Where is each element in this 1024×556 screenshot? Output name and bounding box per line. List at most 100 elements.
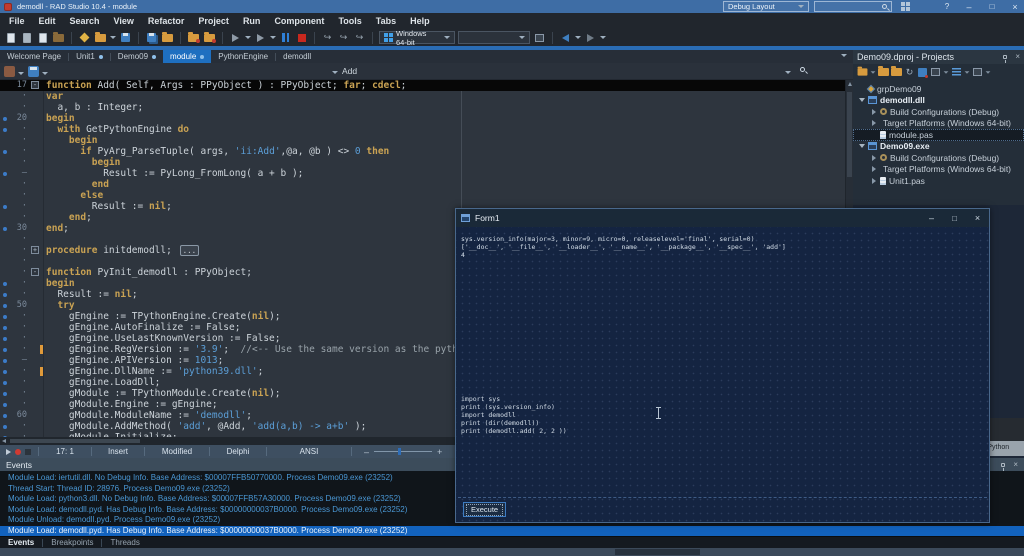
navigate-forward-button[interactable] — [584, 31, 597, 44]
tree-item-build-configurations-debug-[interactable]: Build Configurations (Debug) — [853, 106, 1024, 118]
chevron-down-icon[interactable] — [870, 70, 876, 74]
executable-line-marker[interactable] — [3, 347, 7, 352]
maximize-button[interactable]: □ — [943, 209, 966, 227]
code-line[interactable]: · with GetPythonEngine do — [0, 124, 853, 135]
help-button[interactable]: ? — [938, 0, 956, 13]
pause-button[interactable] — [279, 31, 292, 44]
executable-line-marker[interactable] — [3, 402, 7, 407]
scrollbar-thumb[interactable] — [10, 439, 140, 443]
tree-item-grpdemo09[interactable]: grpDemo09 — [853, 83, 1024, 95]
zoom-in-icon[interactable]: + — [437, 447, 442, 457]
tree-item-module-pas[interactable]: module.pas — [853, 129, 1024, 141]
chevron-down-icon[interactable] — [18, 72, 24, 75]
save-project-button[interactable] — [161, 31, 174, 44]
open-recent-button[interactable] — [52, 31, 65, 44]
tab-welcome-page[interactable]: Welcome Page — [0, 50, 68, 63]
menu-component[interactable]: Component — [267, 16, 331, 26]
code-line[interactable]: · a, b : Integer; — [0, 102, 853, 113]
save-file-button[interactable] — [36, 31, 49, 44]
run-without-debugging-button[interactable] — [254, 31, 267, 44]
platforms-button[interactable] — [951, 67, 962, 78]
code-line[interactable]: 17- function Add( Self, Args : PPyObject … — [0, 80, 853, 91]
tree-item-demodll-dll[interactable]: demodll.dll — [853, 95, 1024, 107]
chevron-down-icon[interactable] — [985, 70, 991, 74]
step-over-button[interactable]: ↪ — [321, 31, 334, 44]
tab-list-dropdown[interactable] — [841, 54, 847, 57]
trace-into-button[interactable]: ↪ — [337, 31, 350, 44]
executable-line-marker[interactable] — [3, 391, 7, 396]
code-line[interactable]: · end — [0, 179, 853, 190]
code-line[interactable]: – Result := PyLong_FromLong( a + b ); — [0, 168, 853, 179]
tree-item-unit1-pas[interactable]: Unit1.pas — [853, 175, 1024, 187]
tree-item-demo09-exe[interactable]: Demo09.exe — [853, 141, 1024, 153]
executable-line-marker[interactable] — [3, 336, 7, 341]
build-button[interactable] — [917, 67, 928, 78]
tree-item-target-platforms-windows-64-bit-[interactable]: Target Platforms (Windows 64-bit) — [853, 164, 1024, 176]
executable-line-marker[interactable] — [3, 358, 7, 363]
open-project-button[interactable] — [878, 66, 889, 78]
code-line[interactable]: · if PyArg_ParseTuple( args, 'ii:Add',@a… — [0, 146, 853, 157]
executable-line-marker[interactable] — [3, 314, 7, 319]
stop-button[interactable] — [295, 31, 308, 44]
executable-line-marker[interactable] — [3, 380, 7, 385]
code-fold-toggle[interactable]: - — [31, 81, 39, 89]
event-log-row[interactable]: Module Load: demodll.pyd. Has Debug Info… — [0, 525, 1024, 536]
form1-title-bar[interactable]: Form1 – □ × — [456, 209, 989, 227]
tab-events[interactable]: Events — [0, 538, 42, 547]
close-icon[interactable]: × — [1015, 53, 1020, 61]
chevron-down-icon[interactable] — [575, 36, 581, 39]
python-output-memo[interactable]: sys.version_info(major=3, minor=9, micro… — [461, 235, 786, 259]
chevron-down-icon[interactable] — [785, 71, 791, 74]
remove-from-project-button[interactable] — [203, 31, 216, 44]
executable-line-marker[interactable] — [3, 325, 7, 330]
menu-search[interactable]: Search — [63, 16, 107, 26]
layout-options-button[interactable] — [896, 0, 914, 13]
code-line[interactable]: · var — [0, 91, 853, 102]
code-line[interactable]: 20 begin — [0, 113, 853, 124]
tab-unit1[interactable]: Unit1 — [69, 50, 110, 63]
chevron-right-icon[interactable] — [871, 120, 876, 127]
run-button[interactable] — [229, 31, 242, 44]
macro-play-icon[interactable] — [6, 448, 11, 455]
new-items-button[interactable] — [78, 31, 91, 44]
menu-help[interactable]: Help — [403, 16, 437, 26]
navigate-back-button[interactable] — [559, 31, 572, 44]
editor-zoom-slider[interactable]: – + — [364, 447, 442, 457]
class-explorer-icon[interactable] — [4, 66, 15, 77]
chevron-down-icon[interactable] — [332, 71, 338, 74]
new-project-button[interactable] — [857, 66, 868, 78]
executable-line-marker[interactable] — [3, 171, 7, 176]
minimize-button[interactable]: – — [920, 209, 943, 227]
executable-line-marker[interactable] — [3, 149, 7, 154]
chevron-down-icon[interactable] — [943, 70, 949, 74]
scrollbar-thumb[interactable] — [615, 549, 700, 555]
project-options-button[interactable] — [533, 31, 546, 44]
save-project-button[interactable] — [891, 66, 902, 78]
tree-item-build-configurations-debug-[interactable]: Build Configurations (Debug) — [853, 152, 1024, 164]
events-horizontal-scrollbar[interactable] — [0, 548, 1024, 556]
executable-line-marker[interactable] — [3, 116, 7, 121]
open-project-button[interactable] — [94, 31, 107, 44]
tree-item-target-platforms-windows-64-bit-[interactable]: Target Platforms (Windows 64-bit) — [853, 118, 1024, 130]
pin-icon[interactable] — [1003, 55, 1008, 63]
chevron-down-icon[interactable] — [42, 72, 48, 75]
close-button[interactable]: × — [966, 209, 989, 227]
tab-pythonengine[interactable]: PythonEngine — [211, 50, 275, 63]
menu-edit[interactable]: Edit — [32, 16, 63, 26]
chevron-down-icon[interactable] — [600, 36, 606, 39]
code-line[interactable]: · begin — [0, 135, 853, 146]
chevron-right-icon[interactable] — [871, 108, 876, 115]
executable-line-marker[interactable] — [3, 424, 7, 429]
chevron-down-icon[interactable] — [270, 36, 276, 39]
tab-module[interactable]: module — [163, 50, 212, 63]
executable-line-marker[interactable] — [3, 303, 7, 308]
executable-line-marker[interactable] — [3, 292, 7, 297]
code-line[interactable]: · begin — [0, 157, 853, 168]
encoding-indicator[interactable]: ANSI — [267, 447, 351, 456]
desktop-layout-combo[interactable]: Debug Layout — [723, 1, 809, 12]
executable-line-marker[interactable] — [3, 204, 7, 209]
language-indicator[interactable]: Delphi — [210, 447, 266, 456]
chevron-down-icon[interactable] — [858, 98, 865, 103]
target-platform-combo[interactable]: Windows 64-bit — [379, 29, 455, 47]
refresh-button[interactable]: ↻ — [904, 67, 915, 78]
